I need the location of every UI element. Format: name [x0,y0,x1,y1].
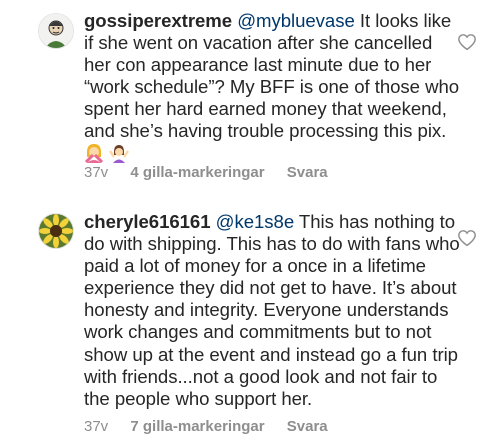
comment-likes[interactable]: 4 gilla-markeringar [130,164,264,181]
comment-username[interactable]: cheryle616161 [84,211,211,232]
comment-time: 37v [84,164,109,181]
comment-mention[interactable]: @mybluevase [237,10,355,31]
flower-avatar-icon [39,214,73,248]
reply-button[interactable]: Svara [287,164,328,181]
comment-text: cheryle616161 @ke1s8e This has nothing t… [84,211,462,410]
comment-meta: 37v 4 gilla-markeringar Svara [84,164,346,181]
avatar[interactable] [38,213,74,249]
comment-time: 37v [84,418,109,435]
avatar[interactable] [38,13,74,49]
comment-username[interactable]: gossiperextreme [84,10,232,31]
comment-likes[interactable]: 7 gilla-markeringar [130,418,264,435]
comment-mention[interactable]: @ke1s8e [216,211,295,232]
reply-button[interactable]: Svara [287,418,328,435]
comment-body: This has nothing to do with shipping. Th… [84,211,460,409]
comment-meta: 37v 7 gilla-markeringar Svara [84,418,346,435]
heart-icon[interactable] [457,33,477,51]
cartoon-avatar-icon [39,14,73,48]
heart-icon[interactable] [457,229,477,247]
comment-text: gossiperextreme @mybluevase It looks lik… [84,10,462,168]
